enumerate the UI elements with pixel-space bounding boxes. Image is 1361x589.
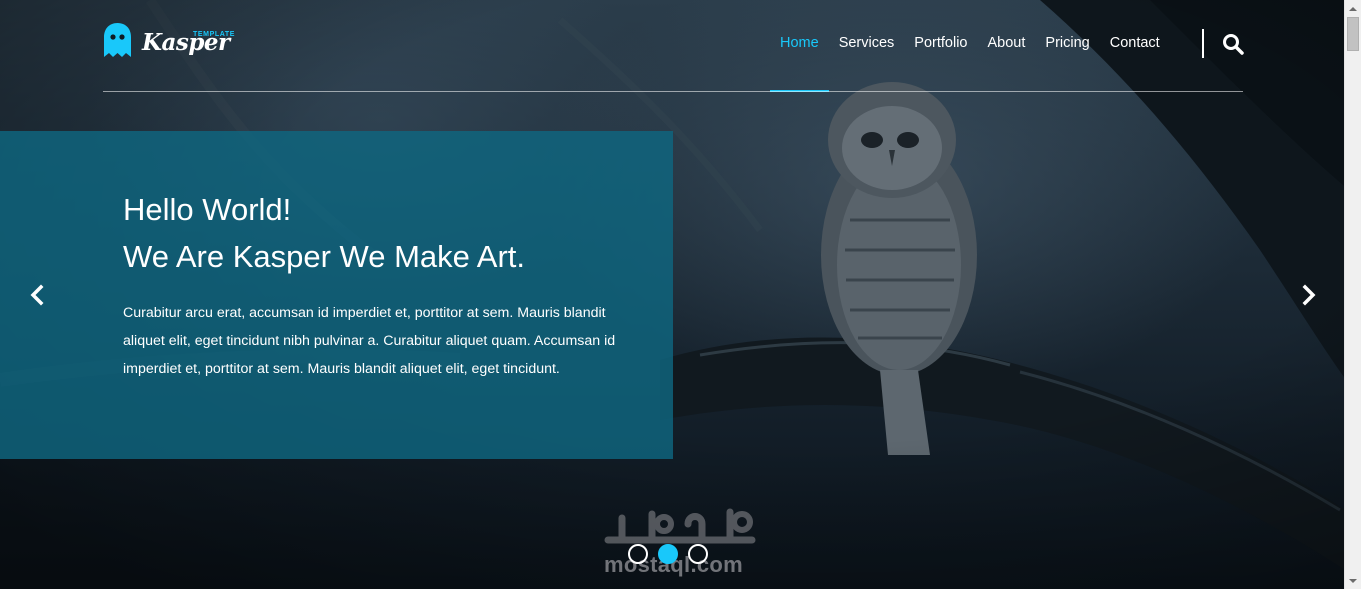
search-icon[interactable]	[1222, 33, 1244, 55]
site-logo[interactable]: Kasper TEMPLATE	[103, 22, 236, 66]
hero-paragraph: Curabitur arcu erat, accumsan id imperdi…	[123, 305, 616, 377]
scrollbar-thumb[interactable]	[1347, 17, 1359, 51]
nav-item-home[interactable]: Home	[770, 0, 829, 92]
nav-item-services[interactable]: Services	[829, 0, 905, 91]
main-nav: Home Services Portfolio About Pricing Co…	[770, 0, 1170, 92]
hero-heading-line2: We Are Kasper We Make Art.	[123, 239, 526, 274]
header-divider-line	[103, 91, 1243, 92]
page: Kasper TEMPLATE Home Services Portfolio …	[0, 0, 1361, 589]
chevron-right-icon[interactable]	[1300, 284, 1318, 306]
hero-heading: Hello World! We Are Kasper We Make Art.	[123, 186, 525, 280]
scroll-down-arrow-icon[interactable]	[1345, 574, 1361, 588]
chevron-left-icon[interactable]	[28, 284, 46, 306]
nav-item-contact[interactable]: Contact	[1100, 0, 1170, 91]
site-header: Kasper TEMPLATE Home Services Portfolio …	[103, 0, 1244, 92]
nav-item-pricing[interactable]: Pricing	[1035, 0, 1099, 91]
slider-bullet-1[interactable]	[628, 544, 648, 564]
nav-item-portfolio[interactable]: Portfolio	[904, 0, 977, 91]
nav-item-about[interactable]: About	[978, 0, 1036, 91]
slider-bullet-2-active[interactable]	[658, 544, 678, 564]
hero-text-panel	[0, 131, 673, 459]
scroll-up-arrow-icon[interactable]	[1345, 2, 1361, 16]
nav-divider	[1202, 29, 1204, 58]
vertical-scrollbar[interactable]	[1344, 0, 1361, 589]
slider-bullet-3[interactable]	[688, 544, 708, 564]
slider-bullets	[628, 544, 708, 564]
logo-tagline: TEMPLATE	[193, 31, 236, 38]
ghost-icon	[104, 23, 131, 57]
hero-heading-line1: Hello World!	[123, 192, 292, 227]
